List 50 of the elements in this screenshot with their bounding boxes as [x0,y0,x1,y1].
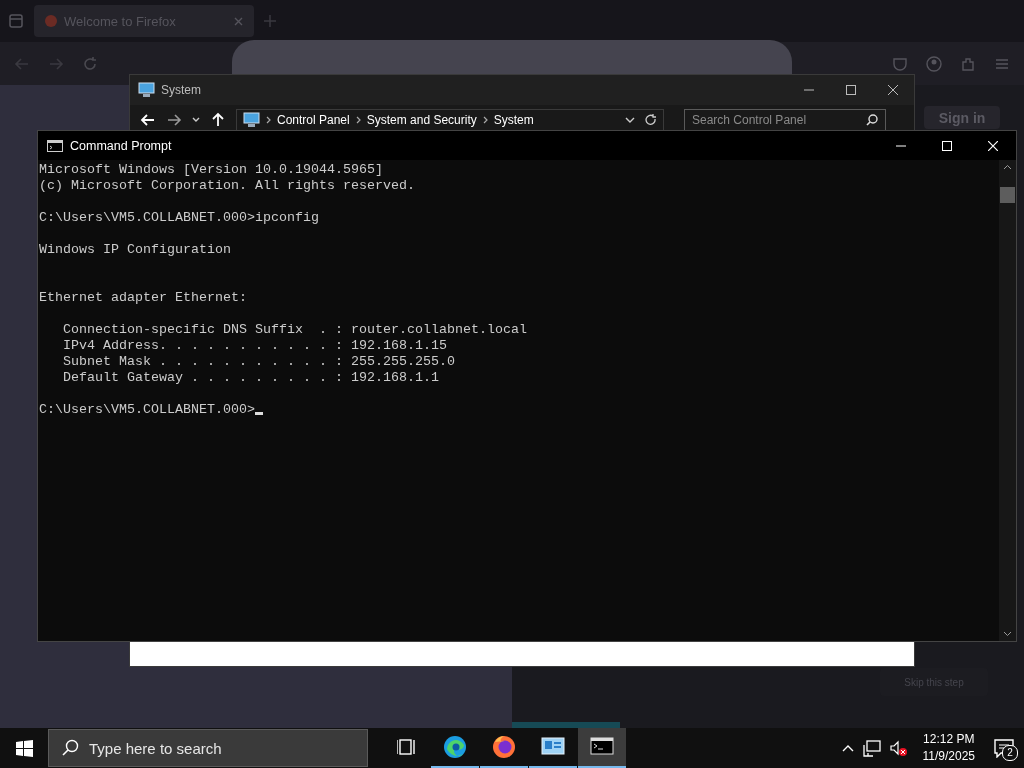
computer-icon [243,112,260,128]
console-line: IPv4 Address. . . . . . . . . . . : 192.168.1.15 [62,338,447,354]
console-line: Default Gateway . . . . . . . . . : 192.168.1.1 [62,370,439,386]
maximize-icon[interactable] [846,85,856,95]
window-title: Command Prompt [70,138,172,153]
console-line: (c) Microsoft Corporation. All rights reserved. [39,178,415,194]
refresh-icon[interactable] [645,114,657,126]
breadcrumb-link[interactable]: System [493,113,534,127]
terminal-icon [47,139,63,152]
breadcrumb-link[interactable]: Control Panel [277,113,350,127]
browser-logo-icon [44,14,58,28]
search-icon [866,114,878,126]
breadcrumb-link[interactable]: System and Security [366,113,477,127]
chevron-right-icon [266,116,271,124]
notification-icon[interactable] [994,738,1014,758]
search-field[interactable]: Type here to search [48,729,368,767]
computer-icon [138,82,155,98]
console-line: Ethernet adapter Ethernet: [39,290,247,306]
console-line: Microsoft Windows [Version 10.0.19044.5965] [39,162,383,178]
back-icon[interactable] [140,112,156,128]
console-line: C:\Users\VM5.COLLABNET.000>ipconfig [39,210,319,226]
windows-logo-icon[interactable] [15,739,33,757]
network-icon[interactable] [862,739,881,757]
chevron-right-icon [355,116,361,124]
speaker-muted-icon[interactable] [889,739,908,757]
task-view-icon [397,737,415,757]
window-title: System [161,83,201,97]
search-field[interactable]: Search Control Panel [684,109,886,131]
chevron-up-icon[interactable] [841,743,854,753]
up-icon[interactable] [210,112,226,128]
chevron-down-icon[interactable] [192,117,200,123]
clock-date[interactable]: 11/9/2025 [922,748,975,765]
notification-count: 2 [1002,745,1018,761]
clock-time[interactable]: 12:12 PM [923,731,975,748]
chevron-right-icon [482,116,488,124]
console-line: Windows IP Configuration [39,242,231,258]
search-icon [62,739,79,756]
forward-icon[interactable] [166,112,182,128]
chevron-down-icon[interactable] [625,117,635,123]
browser-logo-icon [492,735,516,759]
browser-logo-icon [443,735,467,759]
scroll-thumb[interactable] [1000,187,1015,203]
close-icon[interactable] [888,85,898,95]
taskbar-button[interactable] [578,728,626,768]
console-line: Connection-specific DNS Suffix . : router.collabnet.local [62,322,527,338]
console-line: Subnet Mask . . . . . . . . . . . : 255.255.255.0 [62,354,455,370]
command-prompt-line: C:\Users\VM5.COLLABNET.000> [39,402,263,418]
chevron-up-icon[interactable] [1003,164,1012,170]
scrollbar[interactable] [999,160,1016,641]
chevron-down-icon[interactable] [1003,631,1012,637]
